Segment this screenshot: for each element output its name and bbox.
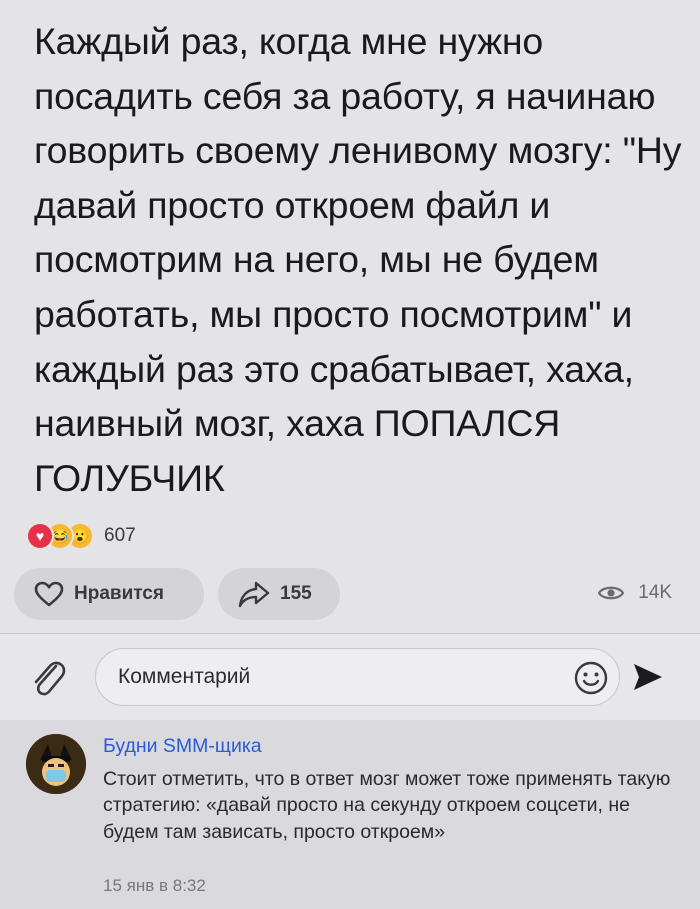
post-text: Каждый раз, когда мне нужно посадить себ… [34,20,682,499]
heart-icon: ♥ [26,522,54,550]
comment-composer [0,634,700,720]
comment-timestamp: 15 янв в 8:32 [103,876,206,895]
comment-text: Стоит отметить, что в ответ мозг может т… [103,768,671,843]
share-button[interactable]: 155 [218,568,340,620]
like-button[interactable]: Нравится [14,568,204,620]
heart-outline-icon [34,581,64,607]
emoji-smile-icon[interactable] [574,661,608,695]
comment-input[interactable] [95,648,620,706]
comment-item: Будни SMM-щика Стоит отметить, что в отв… [0,720,700,909]
views-count: 14K [638,582,672,603]
share-arrow-icon [238,581,270,608]
reaction-count: 607 [104,525,136,546]
views-counter: 14K [598,582,672,604]
avatar[interactable] [26,734,86,794]
post: Каждый раз, когда мне нужно посадить себ… [0,0,700,634]
send-icon[interactable] [632,662,664,692]
reactions-summary[interactable]: ♥ 😂 😮 607 [26,521,136,551]
avatar-image-icon [26,734,86,794]
eye-icon [598,586,625,600]
share-count: 155 [280,583,312,604]
paperclip-icon[interactable] [28,656,68,700]
comment-author[interactable]: Будни SMM-щика [103,735,262,758]
like-label: Нравится [74,583,164,604]
